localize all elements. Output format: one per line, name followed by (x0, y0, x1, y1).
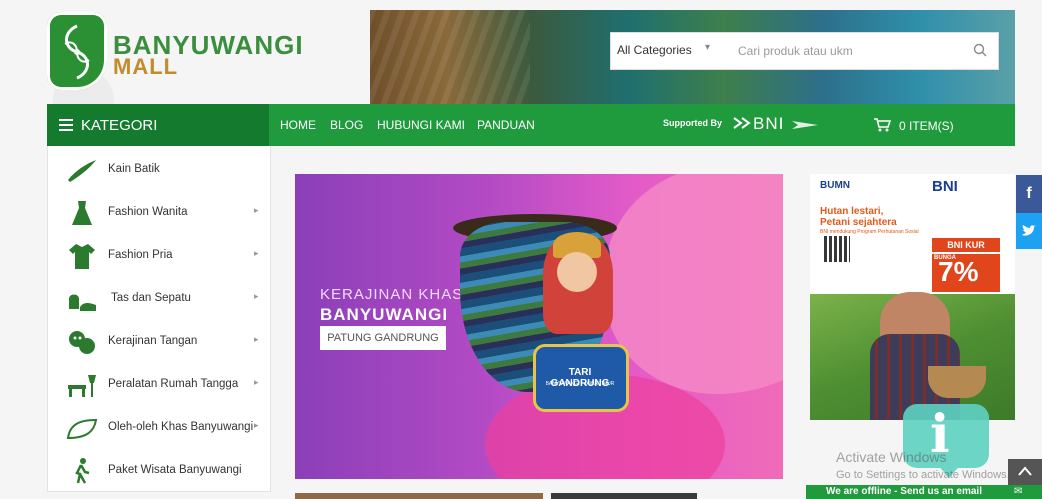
sidebar-item-label: Paket Wisata Banyuwangi (108, 464, 242, 476)
kategori-toggle[interactable]: KATEGORI (47, 104, 269, 146)
sidebar-item-kain-batik[interactable]: Kain Batik (48, 148, 270, 191)
email-icon[interactable]: ✉ (1014, 486, 1022, 497)
hero-title: BANYUWANGI (320, 305, 449, 324)
chevron-right-icon: ▸ (254, 334, 259, 344)
ad-bni-logo: BNI (932, 178, 958, 195)
nav-link-blog[interactable]: BLOG (330, 118, 363, 132)
bag-shoe-icon (69, 294, 96, 311)
bni-ad-banner[interactable]: BUMN BNI Hutan lestari, Petani sejahtera … (810, 174, 1015, 420)
bni-logo-text: BNI (753, 114, 785, 133)
chevron-right-icon: ▸ (254, 377, 259, 387)
activate-windows-title: Activate Windows (836, 449, 947, 465)
logo-subtitle: MALL (113, 54, 179, 79)
ad-basket-image (928, 366, 986, 398)
sidebar-item-label: Fashion Pria (108, 249, 173, 261)
ad-kur-label: BNI KUR (932, 238, 1000, 252)
scroll-to-top-button[interactable] (1008, 459, 1042, 485)
logo-ornament-icon (64, 24, 90, 80)
offline-chat-bar[interactable]: We are offline - Send us an email (806, 485, 1042, 499)
sidebar-item-label: Tas dan Sepatu (111, 292, 191, 304)
chevron-up-icon (1018, 466, 1032, 476)
supported-by-label: Supported By (663, 118, 723, 128)
chevron-right-icon: ▸ (254, 291, 259, 301)
product-thumbnail[interactable] (295, 493, 543, 499)
search-input[interactable] (736, 39, 960, 63)
sidebar-item-tas-dan-sepatu[interactable]: Tas dan Sepatu ▸ (48, 277, 270, 320)
nav-link-panduan[interactable]: PANDUAN (477, 118, 535, 132)
search-icon[interactable] (972, 42, 988, 58)
sidebar-item-label: Fashion Wanita (108, 206, 188, 218)
bni-mark-icon (733, 117, 751, 129)
batik-icon (68, 160, 96, 182)
twitter-icon[interactable] (1016, 213, 1042, 249)
sidebar-item-fashion-wanita[interactable]: Fashion Wanita ▸ (48, 191, 270, 234)
furniture-icon (68, 375, 96, 397)
menu-icon (59, 119, 73, 134)
hero-product-button[interactable]: PATUNG GANDRUNG (320, 326, 446, 350)
shirt-icon (69, 244, 95, 269)
ad-small-text: BNI mendukung Program Perhutanan Sosial (820, 229, 919, 235)
search-box: All Categories ▾ (610, 32, 999, 70)
nav-link-home[interactable]: HOME (280, 118, 316, 132)
ad-bumn-logo: BUMN (820, 180, 850, 191)
ad-headline: Hutan lestari, Petani sejahtera (820, 206, 897, 228)
sidebar-item-label: Kerajinan Tangan (108, 335, 198, 347)
chevron-down-icon[interactable]: ▾ (705, 42, 710, 53)
sidebar-item-oleh-oleh[interactable]: Oleh-oleh Khas Banyuwangi ▸ (48, 406, 270, 449)
sidebar-item-fashion-pria[interactable]: Fashion Pria ▸ (48, 234, 270, 277)
nav-link-hubungi-kami[interactable]: HUBUNGI KAMI (377, 118, 465, 132)
facebook-icon[interactable]: f (1016, 175, 1042, 213)
dress-icon (72, 201, 92, 225)
main-nav: KATEGORI HOME BLOG HUBUNGI KAMI PANDUAN … (47, 104, 1015, 146)
statue-face (557, 252, 597, 292)
header: BANYUWANGI MALL All Categories ▾ (0, 0, 1042, 104)
ad-headline-line2: Petani sejahtera (820, 217, 897, 228)
ad-rate: 7% (938, 256, 979, 287)
sidebar-item-kerajinan-tangan[interactable]: Kerajinan Tangan ▸ (48, 320, 270, 363)
qr-code-icon (824, 236, 850, 262)
hiker-icon (75, 458, 90, 484)
sidebar-item-peralatan-rumah-tangga[interactable]: Peralatan Rumah Tangga ▸ (48, 363, 270, 406)
sidebar-item-label: Kain Batik (108, 163, 160, 175)
search-category-select[interactable]: All Categories (617, 43, 692, 57)
arrow-right-icon (792, 121, 818, 129)
gift-icon (66, 418, 98, 440)
category-sidebar: Kain Batik Fashion Wanita ▸ Fashion Pria… (47, 146, 271, 492)
cart-count[interactable]: 0 ITEM(S) (899, 119, 954, 133)
drum-sublabel: BANYUWANGI - JAWA TIMUR (545, 381, 615, 387)
chevron-right-icon: ▸ (254, 205, 259, 215)
sidebar-item-label: Peralatan Rumah Tangga (108, 378, 239, 390)
mask-icon (69, 331, 95, 354)
twitter-bird-icon (1022, 225, 1036, 236)
chevron-right-icon: ▸ (254, 248, 259, 258)
bni-logo: BNI (733, 114, 784, 134)
hero-subtitle: KERAJINAN KHAS (320, 286, 464, 303)
sidebar-item-paket-wisata[interactable]: Paket Wisata Banyuwangi (48, 449, 270, 492)
hero-banner[interactable]: KERAJINAN KHAS BANYUWANGI PATUNG GANDRUN… (295, 174, 783, 479)
kategori-label: KATEGORI (81, 117, 158, 134)
ad-headline-line1: Hutan lestari, (820, 206, 884, 217)
chevron-right-icon: ▸ (254, 420, 259, 430)
activate-windows-subtitle: Go to Settings to activate Windows. (836, 469, 1010, 481)
hero-decor-blob (605, 174, 783, 394)
product-thumbnail[interactable] (551, 493, 697, 499)
site-logo[interactable] (47, 12, 107, 90)
cart-icon[interactable] (873, 116, 891, 132)
sidebar-item-label: Oleh-oleh Khas Banyuwangi (108, 421, 254, 433)
